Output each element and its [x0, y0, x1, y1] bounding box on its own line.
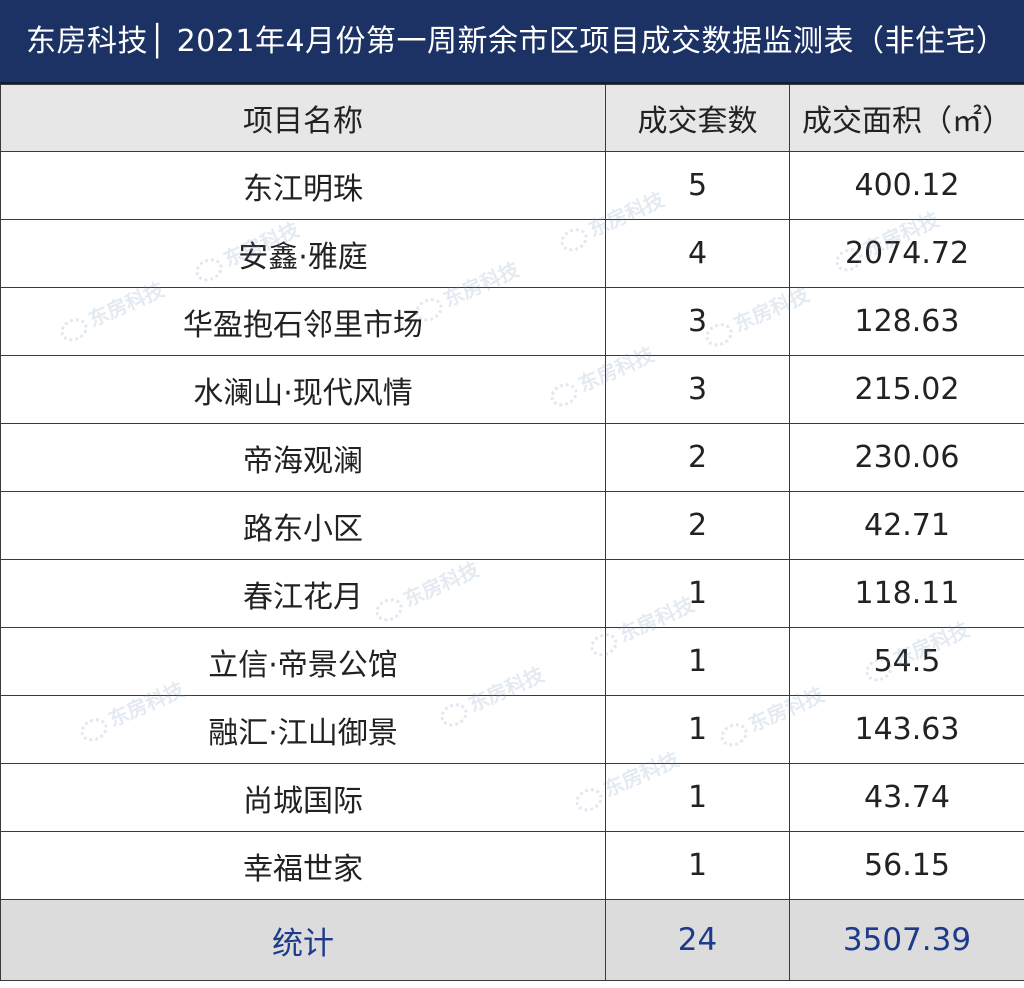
cell-area: 215.02 — [789, 355, 1024, 424]
table-row: 华盈抱石邻里市场 3 128.63 — [0, 287, 1024, 356]
table-row: 融汇·江山御景 1 143.63 — [0, 695, 1024, 764]
cell-name: 融汇·江山御景 — [0, 695, 606, 764]
table-row: 尚城国际 1 43.74 — [0, 763, 1024, 832]
cell-area: 128.63 — [789, 287, 1024, 356]
cell-units: 2 — [605, 491, 790, 560]
cell-units: 2 — [605, 423, 790, 492]
cell-units: 5 — [605, 151, 790, 220]
total-units: 24 — [605, 899, 790, 981]
cell-name: 华盈抱石邻里市场 — [0, 287, 606, 356]
cell-name: 水澜山·现代风情 — [0, 355, 606, 424]
table-row: 东江明珠 5 400.12 — [0, 151, 1024, 220]
total-row: 统计 24 3507.39 — [0, 899, 1024, 981]
cell-area: 56.15 — [789, 831, 1024, 900]
total-label: 统计 — [0, 899, 606, 981]
table-row: 幸福世家 1 56.15 — [0, 831, 1024, 900]
cell-name: 路东小区 — [0, 491, 606, 560]
cell-name: 尚城国际 — [0, 763, 606, 832]
cell-units: 3 — [605, 287, 790, 356]
data-table: 项目名称 成交套数 成交面积（㎡） 东江明珠 5 400.12 安鑫·雅庭 4 … — [0, 84, 1024, 981]
column-header-units: 成交套数 — [605, 84, 790, 152]
total-area: 3507.39 — [789, 899, 1024, 981]
cell-area: 43.74 — [789, 763, 1024, 832]
cell-area: 118.11 — [789, 559, 1024, 628]
title-bar: 东房科技│ 2021年4月份第一周新余市区项目成交数据监测表（非住宅） — [0, 0, 1024, 84]
cell-area: 230.06 — [789, 423, 1024, 492]
cell-name: 东江明珠 — [0, 151, 606, 220]
table-row: 春江花月 1 118.11 — [0, 559, 1024, 628]
cell-units: 4 — [605, 219, 790, 288]
column-header-area: 成交面积（㎡） — [789, 84, 1024, 152]
cell-units: 1 — [605, 627, 790, 696]
table-row: 立信·帝景公馆 1 54.5 — [0, 627, 1024, 696]
cell-name: 幸福世家 — [0, 831, 606, 900]
table-row: 安鑫·雅庭 4 2074.72 — [0, 219, 1024, 288]
cell-units: 1 — [605, 763, 790, 832]
table-row: 帝海观澜 2 230.06 — [0, 423, 1024, 492]
table-row: 水澜山·现代风情 3 215.02 — [0, 355, 1024, 424]
cell-area: 143.63 — [789, 695, 1024, 764]
page-title: 东房科技│ 2021年4月份第一周新余市区项目成交数据监测表（非住宅） — [26, 24, 1007, 59]
cell-units: 1 — [605, 831, 790, 900]
cell-name: 春江花月 — [0, 559, 606, 628]
cell-units: 1 — [605, 559, 790, 628]
cell-units: 3 — [605, 355, 790, 424]
column-header-name: 项目名称 — [0, 84, 606, 152]
cell-name: 安鑫·雅庭 — [0, 219, 606, 288]
cell-units: 1 — [605, 695, 790, 764]
cell-area: 54.5 — [789, 627, 1024, 696]
table-header-row: 项目名称 成交套数 成交面积（㎡） — [0, 84, 1024, 152]
cell-area: 400.12 — [789, 151, 1024, 220]
cell-area: 42.71 — [789, 491, 1024, 560]
table-row: 路东小区 2 42.71 — [0, 491, 1024, 560]
cell-name: 帝海观澜 — [0, 423, 606, 492]
cell-area: 2074.72 — [789, 219, 1024, 288]
cell-name: 立信·帝景公馆 — [0, 627, 606, 696]
